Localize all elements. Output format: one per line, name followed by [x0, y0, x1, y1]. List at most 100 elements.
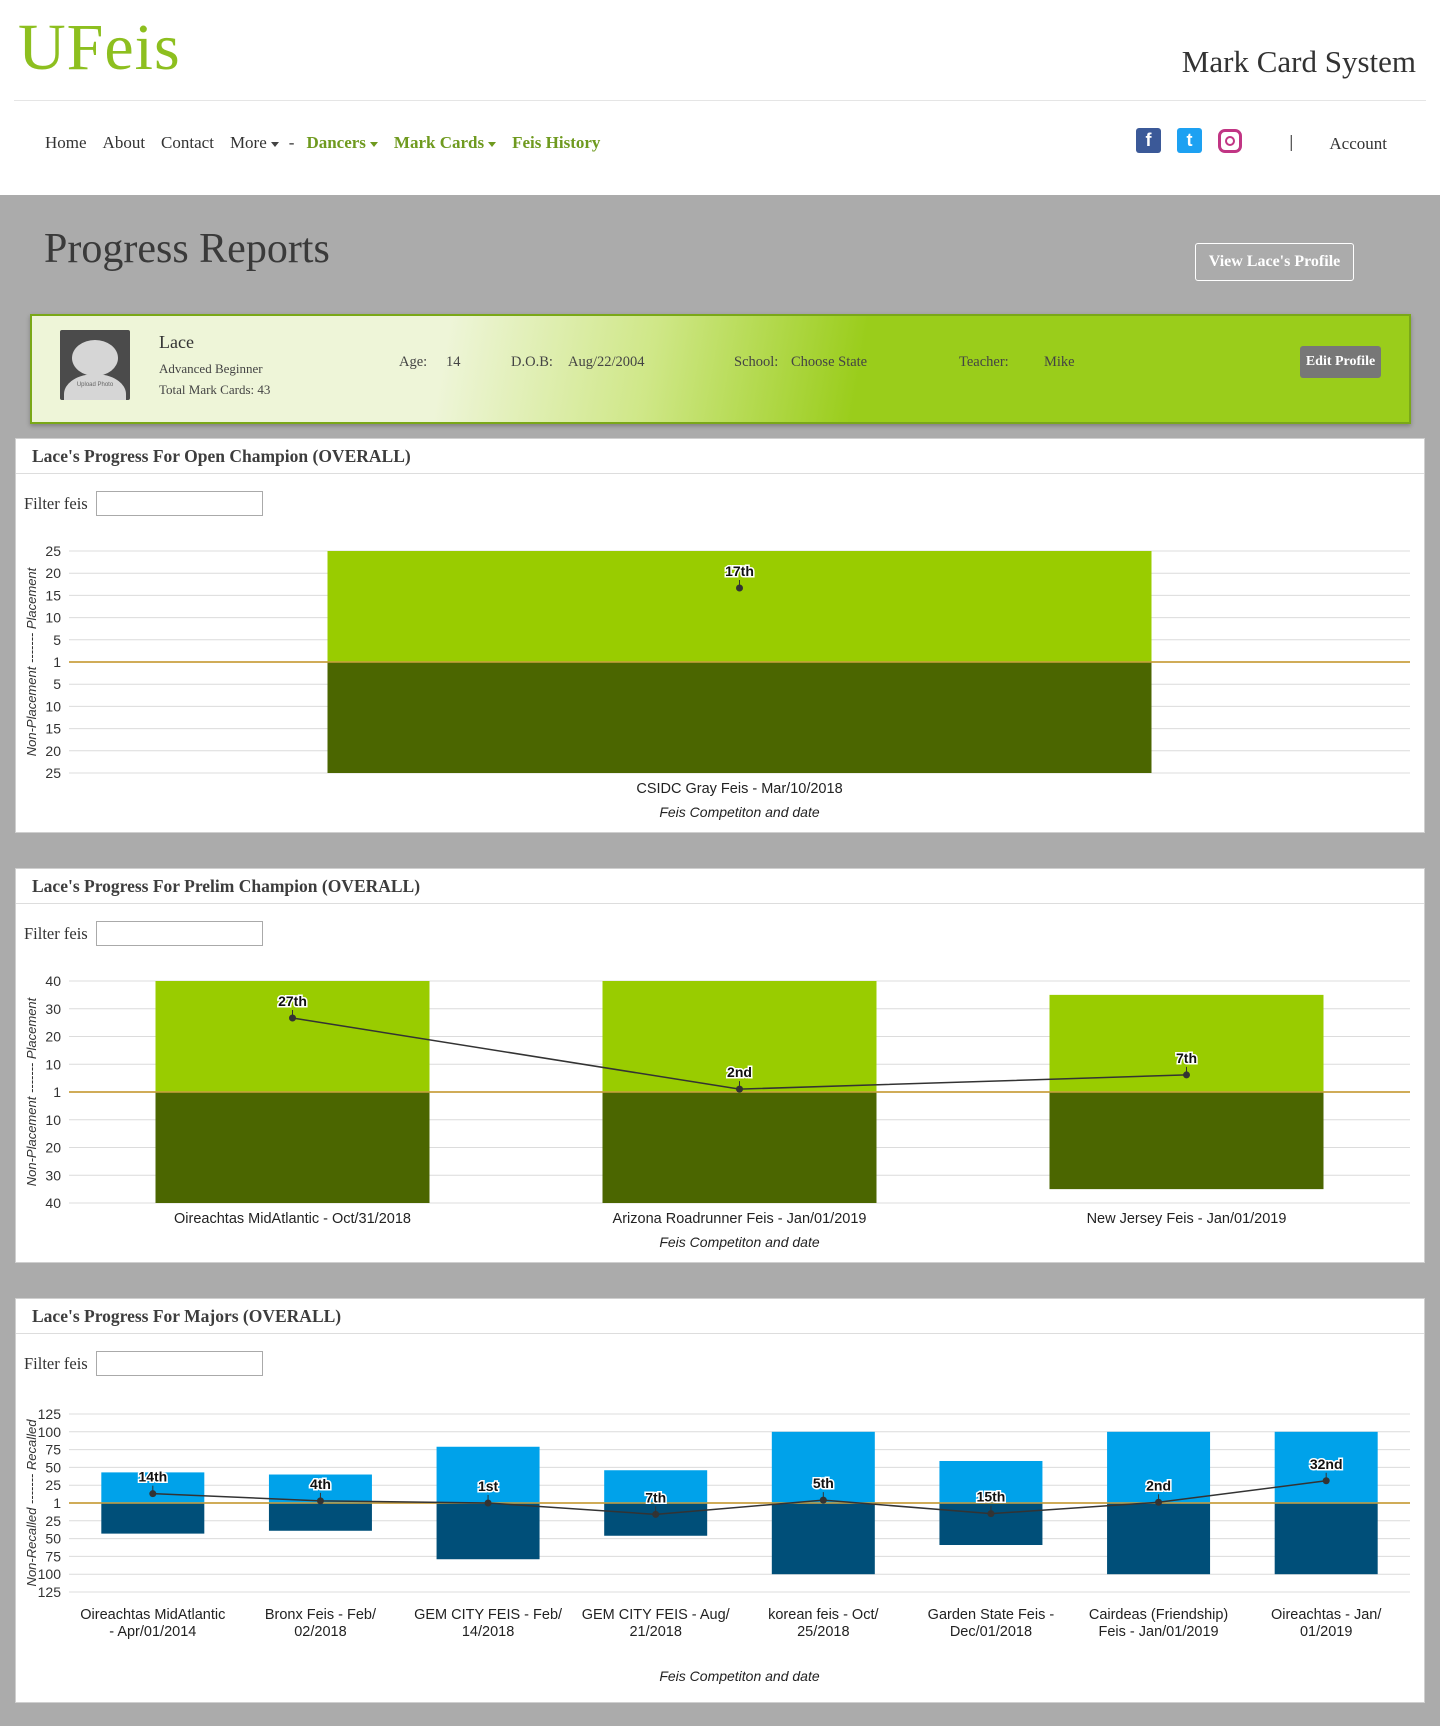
chart-panel-majors: Lace's Progress For Majors (OVERALL) Fil… [15, 1298, 1425, 1703]
nav-dancers-dropdown[interactable]: Dancers [306, 133, 378, 153]
y-tick-label: 10 [45, 1112, 61, 1128]
y-axis-title: Non-Placement ------- Placement [24, 996, 39, 1186]
chart-panel-prelim-champion: Lace's Progress For Prelim Champion (OVE… [15, 868, 1425, 1263]
facebook-icon[interactable]: f [1136, 128, 1161, 153]
nav-contact[interactable]: Contact [161, 133, 214, 153]
x-tick-label: - Apr/01/2014 [109, 1624, 196, 1640]
y-tick-label: 25 [45, 1477, 61, 1493]
teacher-value: Mike [1044, 354, 1075, 370]
y-tick-label: 20 [45, 1029, 61, 1045]
x-tick-label: Feis - Jan/01/2019 [1099, 1624, 1219, 1640]
data-label: 14th [138, 1469, 167, 1485]
y-tick-label: 5 [53, 676, 61, 692]
y-tick-label: 50 [45, 1459, 61, 1475]
data-label: 7th [645, 1489, 666, 1505]
twitter-icon[interactable]: t [1177, 128, 1202, 153]
nav-mark-cards-dropdown[interactable]: Mark Cards [393, 133, 497, 153]
x-tick-label: Oireachtas - Jan/ [1271, 1607, 1382, 1623]
social-links: f t [1136, 128, 1242, 153]
y-tick-label: 5 [53, 632, 61, 648]
y-tick-label: 15 [45, 587, 61, 603]
ufeis-logo[interactable]: UFeis [18, 10, 181, 86]
y-tick-label: 20 [45, 565, 61, 581]
avatar-caption: Upload Photo [76, 382, 114, 388]
x-tick-label: 21/2018 [629, 1624, 681, 1640]
nav-home[interactable]: Home [45, 133, 87, 153]
y-tick-label: 15 [45, 721, 61, 737]
main-nav: Home About Contact More - Dancers Mark C… [45, 133, 616, 153]
dancer-level: Advanced Beginner [159, 361, 263, 376]
school-value: Choose State [791, 354, 868, 370]
nav-more-dropdown[interactable]: More [230, 133, 279, 153]
y-tick-label: 25 [45, 1513, 61, 1529]
teacher-label: Teacher: [959, 354, 1009, 370]
open-champion-chart: 2520151051510152025Non-Placement -------… [24, 543, 1410, 820]
y-tick-label: 100 [38, 1566, 62, 1582]
x-tick-label: Arizona Roadrunner Feis - Jan/01/2019 [613, 1211, 867, 1227]
data-label: 1st [478, 1478, 499, 1494]
x-tick-label: Oireachtas MidAtlantic [80, 1607, 225, 1623]
y-tick-label: 125 [38, 1406, 62, 1422]
y-tick-label: 100 [38, 1424, 62, 1440]
dob-value: Aug/22/2004 [568, 354, 645, 370]
y-tick-label: 20 [45, 1140, 61, 1156]
y-tick-label: 20 [45, 743, 61, 759]
bar-bottom [771, 1503, 875, 1575]
y-tick-label: 30 [45, 1167, 61, 1183]
y-tick-label: 10 [45, 1056, 61, 1072]
age-label: Age: [399, 354, 428, 370]
y-tick-label: 50 [45, 1531, 61, 1547]
bar-bottom [327, 662, 1152, 773]
prelim-champion-chart: 40 30 20 10 1 10 20 30 40 Non-Placement ------- P… [24, 973, 1410, 1250]
x-tick-label: Bronx Feis - Feb/ [265, 1607, 377, 1623]
x-tick-label: 02/2018 [294, 1624, 346, 1640]
avatar[interactable]: Upload Photo [60, 330, 130, 400]
nav-feis-history[interactable]: Feis History [512, 133, 600, 153]
y-tick-label: 10 [45, 698, 61, 714]
y-tick-label: 1 [53, 1495, 61, 1511]
dancer-profile-card: Upload Photo Lace Advanced Beginner Tota… [30, 314, 1411, 424]
avatar-head [72, 340, 118, 376]
data-label: 27th [278, 993, 307, 1009]
account-link[interactable]: Account [1329, 134, 1387, 154]
nav-more-label: More [229, 133, 267, 152]
data-label: 2nd [727, 1064, 752, 1080]
y-tick-label: 75 [45, 1548, 61, 1564]
bar-bottom [1049, 1092, 1324, 1190]
page-title: Progress Reports [44, 226, 330, 272]
nav-dancers-label: Dancers [306, 133, 366, 152]
y-tick-label: 1 [53, 1084, 61, 1100]
x-tick-label: GEM CITY FEIS - Feb/ [414, 1607, 563, 1623]
chevron-down-icon [369, 141, 378, 147]
y-axis-title: Non-Recalled ------- Recalled [24, 1419, 39, 1587]
y-tick-label: 25 [45, 543, 61, 559]
edit-profile-button[interactable]: Edit Profile [1300, 346, 1381, 378]
data-label: 4th [310, 1476, 331, 1492]
data-label: 32nd [1310, 1456, 1343, 1472]
x-axis-title: Feis Competiton and date [659, 804, 820, 820]
chart-panel-open-champion: Lace's Progress For Open Champion (OVERA… [15, 438, 1425, 833]
nav-about[interactable]: About [103, 133, 146, 153]
bar-bottom [155, 1092, 430, 1203]
total-mark-cards: Total Mark Cards: 43 [159, 382, 271, 397]
x-tick-label: New Jersey Feis - Jan/01/2019 [1087, 1211, 1287, 1227]
data-label: 5th [813, 1475, 834, 1491]
site-title: Mark Card System [1181, 44, 1416, 79]
data-label: 2nd [1146, 1477, 1171, 1493]
y-tick-label: 30 [45, 1001, 61, 1017]
instagram-icon[interactable] [1218, 128, 1242, 153]
y-tick-label: 75 [45, 1442, 61, 1458]
bar-bottom [1107, 1503, 1211, 1575]
nav-mark-cards-label: Mark Cards [393, 133, 485, 152]
bar-top [436, 1446, 540, 1503]
y-tick-label: 40 [45, 973, 61, 989]
school-label: School: [734, 354, 779, 370]
bar-bottom [268, 1503, 372, 1531]
majors-chart: 1251007550251255075100125Non-Recalled --… [24, 1406, 1410, 1684]
view-profile-button[interactable]: View Lace's Profile [1195, 243, 1354, 281]
dob-label: D.O.B: [511, 354, 553, 370]
x-tick-label: Oireachtas MidAtlantic - Oct/31/2018 [174, 1211, 411, 1227]
y-tick-label: 25 [45, 765, 61, 781]
age-value: 14 [446, 354, 461, 370]
x-tick-label: 25/2018 [797, 1624, 849, 1640]
